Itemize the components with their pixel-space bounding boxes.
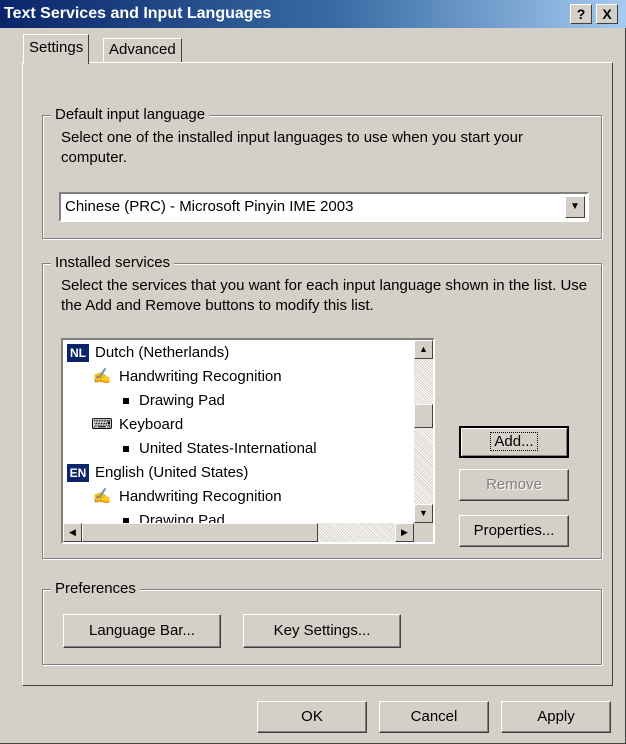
remove-button[interactable]: Remove [459,469,569,501]
ok-button[interactable]: OK [257,701,367,733]
close-button[interactable]: X [596,4,618,24]
bullet-icon [123,398,129,405]
preferences-group: Preferences Language Bar... Key Settings… [42,580,602,665]
scrollbar-corner [414,523,433,542]
list-item-label: Handwriting Recognition [119,488,282,505]
properties-button-label: Properties... [473,522,555,539]
scroll-right-icon[interactable]: ▶ [395,523,414,542]
installed-services-group: Installed services Select the services t… [42,254,602,559]
tab-settings-label: Settings [29,39,84,56]
language-flag: EN [67,464,89,483]
list-item[interactable]: United States-International [123,438,317,460]
key-settings-button-label: Key Settings... [273,622,371,639]
remove-button-label: Remove [486,476,542,493]
cancel-button[interactable]: Cancel [379,701,489,733]
scroll-left-icon[interactable]: ◀ [63,523,82,542]
help-button[interactable]: ? [570,4,592,24]
add-button-label: Add... [490,432,538,451]
installed-services-description: Select the services that you want for ea… [61,277,588,314]
apply-button[interactable]: Apply [501,701,611,733]
ok-button-label: OK [301,708,323,725]
list-item[interactable]: ⌨ Keyboard [91,414,183,436]
default-input-combobox[interactable]: Chinese (PRC) - Microsoft Pinyin IME 200… [59,192,589,222]
tab-settings[interactable]: Settings [23,34,90,64]
list-item[interactable]: EN English (United States) [67,462,248,484]
properties-button[interactable]: Properties... [459,515,569,547]
default-input-value: Chinese (PRC) - Microsoft Pinyin IME 200… [65,198,354,215]
services-tree-list[interactable]: NL Dutch (Netherlands) ✍ Handwriting Recog… [61,338,435,544]
language-flag: NL [67,344,89,363]
list-item-label: English (United States) [95,464,249,481]
list-item-label: Keyboard [119,416,184,433]
pen-icon: ✍ [92,368,112,385]
apply-button-label: Apply [537,708,575,725]
default-input-legend: Default input language [51,106,210,124]
list-item-label: Dutch (Netherlands) [95,344,230,361]
add-button[interactable]: Add... [459,426,569,458]
list-item[interactable]: ✍ Handwriting Recognition [91,366,282,388]
horizontal-scroll-thumb[interactable] [82,523,318,542]
default-input-description: Select one of the installed input langua… [61,129,523,166]
chevron-down-icon[interactable]: ▼ [565,196,585,218]
list-item-label: United States-International [139,440,317,457]
scroll-down-icon[interactable]: ▼ [414,504,433,523]
list-item-label: Drawing Pad [139,392,225,409]
keyboard-icon: ⌨ [91,416,113,433]
list-item[interactable]: Drawing Pad [123,390,225,412]
language-bar-button-label: Language Bar... [89,622,195,639]
pen-icon: ✍ [92,488,112,505]
tab-advanced[interactable]: Advanced [103,38,182,62]
list-item[interactable]: ✍ Handwriting Recognition [91,486,282,508]
title-bar[interactable]: Text Services and Input Languages ? X [0,0,626,28]
bullet-icon [123,446,129,453]
default-input-group: Default input language Select one of the… [42,106,602,239]
preferences-legend: Preferences [51,580,140,598]
installed-services-legend: Installed services [51,254,175,272]
list-item[interactable]: NL Dutch (Netherlands) [67,342,229,364]
language-bar-button[interactable]: Language Bar... [63,614,221,648]
cancel-button-label: Cancel [410,708,458,725]
list-item-label: Handwriting Recognition [119,368,282,385]
vertical-scroll-thumb[interactable] [414,404,433,428]
scroll-up-icon[interactable]: ▲ [414,340,433,359]
tab-advanced-label: Advanced [109,41,176,58]
dialog-window: Text Services and Input Languages ? X Se… [0,0,626,744]
key-settings-button[interactable]: Key Settings... [243,614,401,648]
settings-panel: Default input language Select one of the… [22,62,613,686]
window-title: Text Services and Input Languages [4,5,272,22]
vertical-scrollbar[interactable] [414,340,433,523]
